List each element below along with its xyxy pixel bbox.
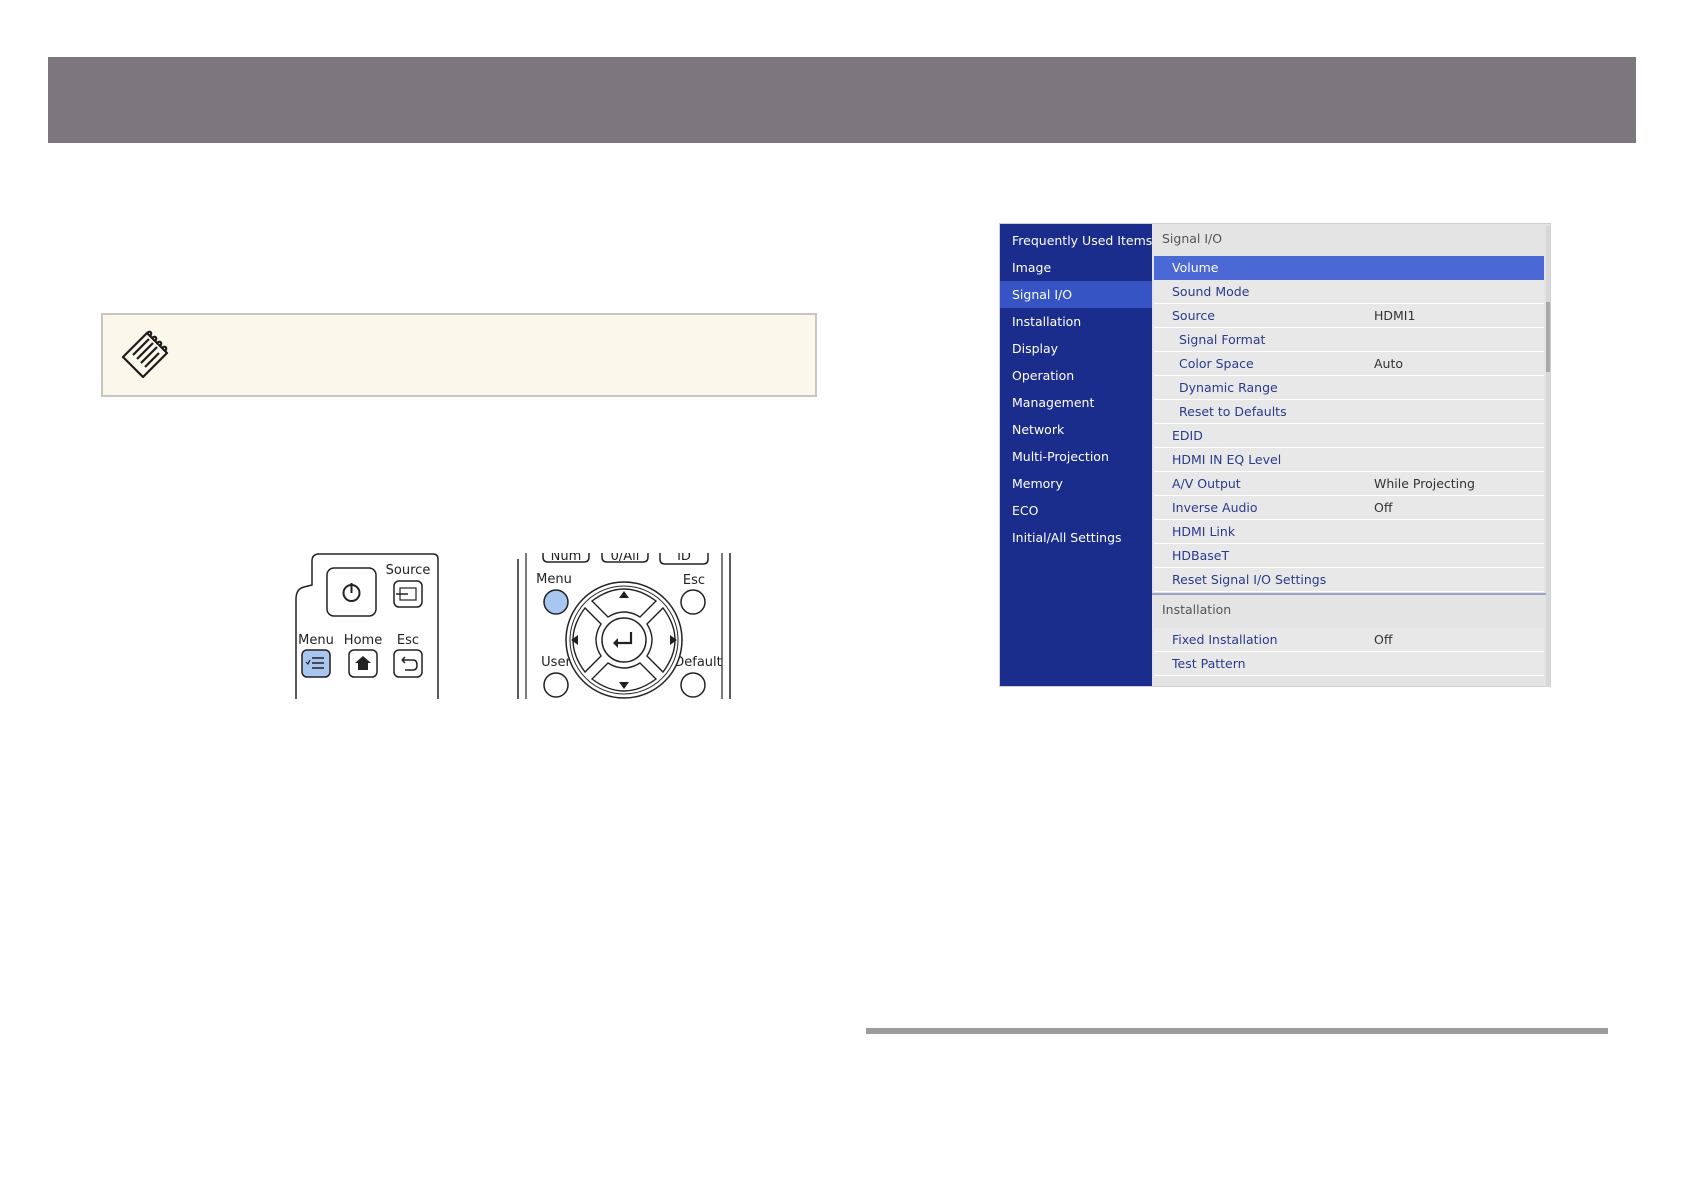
menu-button[interactable]	[301, 649, 331, 678]
menu-row-label: Fixed Installation	[1172, 632, 1278, 647]
esc-key-label: Esc	[683, 573, 705, 588]
num-key-label: Num	[551, 553, 582, 564]
sidebar-item[interactable]: Frequently Used Items	[1000, 227, 1152, 254]
menu-row-label: Source	[1172, 308, 1215, 323]
menu-row[interactable]: Volume	[1154, 256, 1544, 280]
sidebar-item[interactable]: Installation	[1000, 308, 1152, 335]
sidebar-item[interactable]: Image	[1000, 254, 1152, 281]
menu-row[interactable]: Reset to Defaults	[1154, 400, 1544, 424]
menu-row[interactable]: Color Space Auto	[1154, 352, 1544, 376]
menu-row-label: Signal Format	[1179, 332, 1266, 347]
menu-row-value: HDMI1	[1374, 308, 1416, 323]
menu-row[interactable]: HDMI Link	[1154, 520, 1544, 544]
menu-row-label: EDID	[1172, 428, 1203, 443]
remote-control-navigation: Num 0/All ID Menu Esc User Default	[517, 553, 731, 699]
sidebar-item[interactable]: Signal I/O	[1000, 281, 1152, 308]
menu-sidebar: Frequently Used Items Image Signal I/O Inst…	[1000, 224, 1152, 686]
menu-row[interactable]: Reset Signal I/O Settings	[1154, 568, 1544, 592]
enter-button[interactable]	[601, 617, 647, 663]
menu-row-label: HDMI IN EQ Level	[1172, 452, 1282, 467]
menu-row-value: Off	[1374, 632, 1393, 647]
menu-row-label: Inverse Audio	[1172, 500, 1258, 515]
note-box	[101, 313, 817, 397]
id-key-label: ID	[677, 553, 691, 564]
menu-row[interactable]: HDBaseT	[1154, 544, 1544, 568]
sidebar-item[interactable]: Operation	[1000, 362, 1152, 389]
menu-row[interactable]: Fixed Installation Off	[1154, 628, 1544, 652]
home-key-label: Home	[344, 633, 382, 648]
menu-row[interactable]: A/V Output While Projecting	[1154, 472, 1544, 496]
menu-key-label: Menu	[536, 572, 572, 587]
sidebar-item[interactable]: Display	[1000, 335, 1152, 362]
menu-scrollbar-thumb[interactable]	[1546, 302, 1550, 372]
footer-rule	[866, 1028, 1608, 1034]
menu-row[interactable]: Inverse Audio Off	[1154, 496, 1544, 520]
menu-key-label: Menu	[298, 633, 334, 648]
menu-row-label: HDMI Link	[1172, 524, 1236, 539]
sidebar-item[interactable]: Network	[1000, 416, 1152, 443]
menu-row-value: Auto	[1374, 356, 1404, 371]
menu-row-label: Reset Signal I/O Settings	[1172, 572, 1327, 587]
menu-row[interactable]: HDMI IN EQ Level	[1154, 448, 1544, 472]
menu-row-value: While Projecting	[1374, 476, 1475, 491]
sidebar-item[interactable]: Multi-Projection	[1000, 443, 1152, 470]
esc-key-label: Esc	[397, 633, 419, 648]
menu-row[interactable]: Source HDMI1	[1154, 304, 1544, 328]
menu-row[interactable]: Test Pattern	[1154, 652, 1544, 676]
menu-row[interactable]: Dynamic Range	[1154, 376, 1544, 400]
menu-content-panel: Signal I/O Volume Sound Mode Source HDMI1 Sig…	[1152, 224, 1550, 686]
remote-control-top: Source Menu Home Esc	[295, 553, 439, 699]
sidebar-item[interactable]: Memory	[1000, 470, 1152, 497]
notepad-icon	[121, 330, 169, 379]
user-key-label: User	[541, 655, 571, 670]
projector-menu-screenshot: Frequently Used Items Image Signal I/O Inst…	[1000, 224, 1550, 686]
section-header: Signal I/O	[1152, 225, 1546, 253]
default-key-label: Default	[674, 655, 722, 670]
menu-row-label: Sound Mode	[1172, 284, 1250, 299]
home-button[interactable]	[348, 649, 378, 678]
menu-row-label: HDBaseT	[1172, 548, 1230, 563]
sidebar-item[interactable]: Initial/All Settings	[1000, 524, 1152, 551]
menu-row[interactable]: Signal Format	[1154, 328, 1544, 352]
user-button[interactable]	[543, 672, 569, 698]
power-button[interactable]	[326, 567, 377, 617]
menu-row-label: Dynamic Range	[1179, 380, 1278, 395]
default-button[interactable]	[680, 672, 706, 698]
sidebar-item[interactable]: ECO	[1000, 497, 1152, 524]
menu-row-label: Test Pattern	[1172, 656, 1246, 671]
menu-row-value: Off	[1374, 500, 1393, 515]
menu-button[interactable]	[543, 589, 569, 615]
menu-row-label: Reset to Defaults	[1179, 404, 1287, 419]
source-button[interactable]	[393, 580, 423, 608]
menu-scrollbar[interactable]	[1546, 226, 1550, 686]
menu-row-label: Volume	[1172, 260, 1219, 275]
menu-row-label: A/V Output	[1172, 476, 1241, 491]
sidebar-item[interactable]: Management	[1000, 389, 1152, 416]
menu-row-label: Color Space	[1179, 356, 1254, 371]
header-bar	[48, 57, 1636, 143]
zero-all-key-label: 0/All	[611, 553, 640, 564]
menu-row[interactable]: EDID	[1154, 424, 1544, 448]
source-key-label: Source	[386, 563, 431, 578]
esc-button[interactable]	[393, 649, 423, 678]
section-divider	[1152, 593, 1546, 595]
menu-row[interactable]: Sound Mode	[1154, 280, 1544, 304]
esc-button[interactable]	[680, 589, 706, 615]
section-header: Installation	[1152, 596, 1546, 624]
